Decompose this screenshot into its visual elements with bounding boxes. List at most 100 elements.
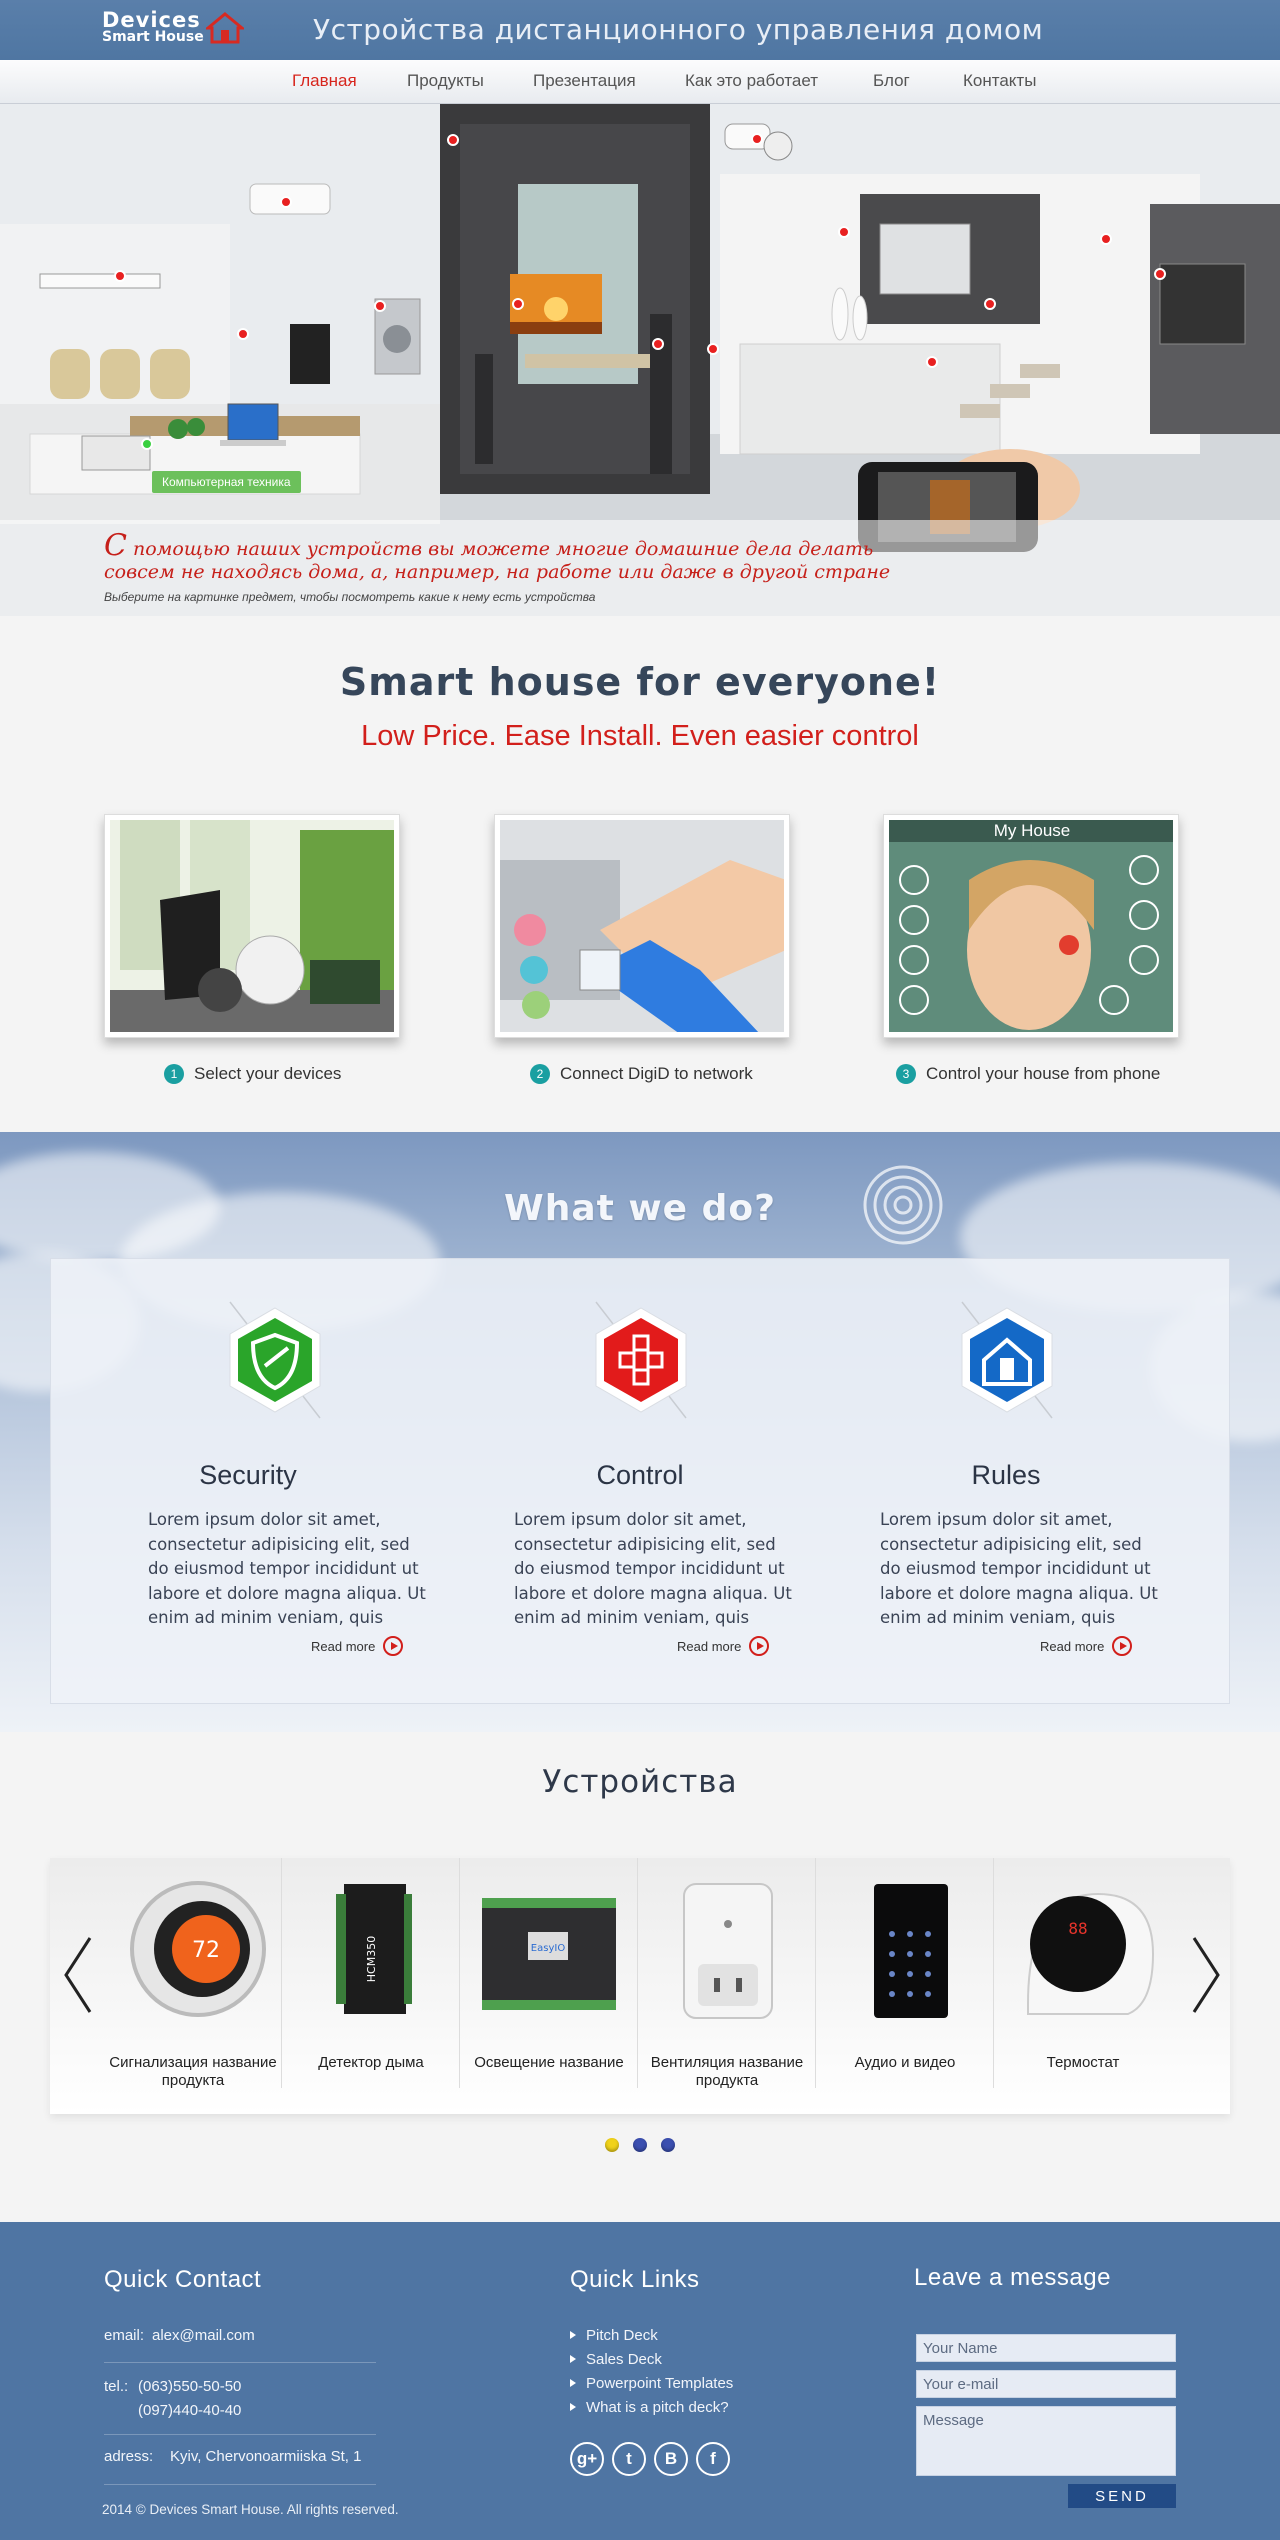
- step-2-caption: 2 Connect DigiD to network: [530, 1064, 753, 1084]
- nav-item-contacts[interactable]: Контакты: [963, 71, 1036, 91]
- play-arrow-icon: [1112, 1636, 1133, 1656]
- controller-brand: EasyIO: [531, 1943, 566, 1954]
- tel-value-2[interactable]: (097)440-40-40: [138, 2402, 241, 2419]
- quick-contact-title: Quick Contact: [104, 2266, 262, 2293]
- footer-link-what-is-pitch-deck[interactable]: What is a pitch deck?: [570, 2399, 729, 2416]
- carousel-dot-1[interactable]: [605, 2138, 619, 2152]
- intro-title: Smart house for everyone!: [339, 660, 941, 704]
- hero-caption-initial: С: [104, 528, 127, 563]
- intro-subtitle: Low Price. Ease Install. Even easier con…: [361, 720, 919, 752]
- step-2-image[interactable]: [494, 814, 790, 1038]
- quick-links-title: Quick Links: [570, 2266, 700, 2293]
- step-3-caption: 3 Control your house from phone: [896, 1064, 1160, 1084]
- logo-house-icon: [206, 12, 244, 44]
- nav-item-home[interactable]: Главная: [292, 71, 357, 91]
- service-security-title: Security: [199, 1460, 297, 1490]
- play-arrow-icon: [749, 1636, 770, 1656]
- logo-line2: Smart House: [102, 29, 204, 45]
- footer-link-sales-deck[interactable]: Sales Deck: [570, 2351, 662, 2368]
- twitter-icon[interactable]: t: [612, 2442, 646, 2476]
- hero-caption-hint: Выберите на картинке предмет, чтобы посм…: [104, 590, 596, 604]
- step-2-label: Connect DigiD to network: [560, 1064, 753, 1083]
- shield-icon: [229, 1301, 321, 1419]
- divider: [104, 2434, 376, 2435]
- nav-item-blog[interactable]: Блог: [873, 71, 910, 91]
- services-title: What we do?: [504, 1188, 776, 1229]
- network-cable-photo: [500, 820, 784, 1032]
- security-read-more-link[interactable]: Read more: [311, 1636, 404, 1656]
- carousel-next-arrow-icon[interactable]: [1186, 1930, 1226, 2020]
- vk-icon[interactable]: B: [654, 2442, 688, 2476]
- product-card[interactable]: HCM350 Детектор дыма: [282, 1858, 460, 2088]
- message-textarea[interactable]: [916, 2406, 1176, 2476]
- email-value[interactable]: alex@mail.com: [152, 2327, 255, 2344]
- google-plus-icon[interactable]: g+: [570, 2442, 604, 2476]
- carousel-dot-2[interactable]: [633, 2138, 647, 2152]
- smoke-detector-model: HCM350: [365, 1936, 378, 1982]
- email-label: email:: [104, 2327, 145, 2344]
- service-control-title: Control: [596, 1460, 684, 1490]
- product-name: Аудио и видео: [854, 2054, 956, 2071]
- address-value: Kyiv, Chervonoarmiiska St, 1: [170, 2448, 362, 2465]
- devices-title: Устройства: [542, 1764, 738, 1800]
- main-nav: Главная Продукты Презентация Как это раб…: [0, 60, 1280, 104]
- product-name: Освещение название: [474, 2054, 624, 2071]
- hero-banner[interactable]: Компьютерная техника С помощью наших уст…: [0, 104, 1280, 616]
- product-card[interactable]: Вентиляция название продукта: [638, 1858, 816, 2089]
- carousel-prev-arrow-icon[interactable]: [58, 1930, 98, 2020]
- step-1-image[interactable]: [104, 814, 400, 1038]
- site-title: Устройства дистанционного управления дом…: [313, 13, 1044, 46]
- my-house-label: My House: [993, 821, 1071, 840]
- tel-label: tel.:: [104, 2378, 129, 2395]
- step-3-image[interactable]: My House: [883, 814, 1179, 1038]
- footer-link-powerpoint-templates[interactable]: Powerpoint Templates: [570, 2375, 733, 2392]
- divider: [104, 2484, 376, 2485]
- name-input[interactable]: [916, 2334, 1176, 2362]
- keypad-image: [874, 1884, 948, 2018]
- read-more-label: Read more: [1040, 1639, 1105, 1654]
- step-3-number: 3: [896, 1064, 916, 1084]
- facebook-icon[interactable]: f: [696, 2442, 730, 2476]
- product-card[interactable]: Аудио и видео: [816, 1858, 994, 2088]
- hero-caption-line2: совсем не находясь дома, а, например, на…: [104, 561, 891, 583]
- nav-item-presentation[interactable]: Презентация: [533, 71, 636, 91]
- service-control-text: Lorem ipsum dolor sit amet, consectetur …: [514, 1510, 792, 1627]
- read-more-label: Read more: [311, 1639, 376, 1654]
- smart-plug-image: [683, 1883, 773, 2019]
- service-security-text: Lorem ipsum dolor sit amet, consectetur …: [148, 1510, 426, 1627]
- email-input[interactable]: [916, 2370, 1176, 2398]
- footer-link-pitch-deck[interactable]: Pitch Deck: [570, 2327, 658, 2344]
- tel-value-1[interactable]: (063)550-50-50: [138, 2378, 241, 2395]
- product-card[interactable]: 88 Термостат: [994, 1858, 1172, 2088]
- carousel-dot-3[interactable]: [661, 2138, 675, 2152]
- thermostat-round-image: 72: [130, 1881, 266, 2017]
- rules-read-more-link[interactable]: Read more: [1040, 1636, 1133, 1656]
- top-header: Devices Smart House Устройства дистанцио…: [0, 0, 1280, 60]
- control-read-more-link[interactable]: Read more: [677, 1636, 770, 1656]
- read-more-label: Read more: [677, 1639, 742, 1654]
- hotspot-tag-computer[interactable]: Компьютерная техника: [152, 471, 301, 493]
- site-logo[interactable]: Devices Smart House: [102, 8, 204, 45]
- service-rules-title: Rules: [971, 1460, 1041, 1490]
- thermostat-reading: 72: [192, 1938, 220, 1963]
- product-card[interactable]: 72 Сигнализация название продукта: [104, 1858, 282, 2089]
- nav-item-how-it-works[interactable]: Как это работает: [685, 71, 818, 91]
- devices-photo: [110, 820, 394, 1032]
- play-arrow-icon: [383, 1636, 404, 1656]
- hero-caption-rest: помощью наших устройств вы можете многие…: [126, 538, 874, 560]
- step-1-label: Select your devices: [194, 1064, 342, 1083]
- product-name: Термостат: [1046, 2054, 1120, 2071]
- send-button[interactable]: SEND: [1068, 2484, 1176, 2508]
- service-rules-text: Lorem ipsum dolor sit amet, consectetur …: [880, 1510, 1158, 1627]
- step-1-caption: 1 Select your devices: [164, 1064, 341, 1084]
- lighting-controller-image: EasyIO: [482, 1898, 616, 2010]
- thermostat-dome-image: 88: [1027, 1892, 1155, 2015]
- hero-caption-line1: С помощью наших устройств вы можете мног…: [104, 528, 873, 563]
- address-label: adress:: [104, 2448, 154, 2465]
- gamepad-icon: [595, 1301, 687, 1419]
- product-card[interactable]: EasyIO Освещение название: [460, 1858, 638, 2088]
- house-rules-icon: [961, 1301, 1053, 1419]
- copyright: 2014 © Devices Smart House. All rights r…: [102, 2502, 399, 2517]
- nav-item-products[interactable]: Продукты: [407, 71, 484, 91]
- divider: [104, 2362, 376, 2363]
